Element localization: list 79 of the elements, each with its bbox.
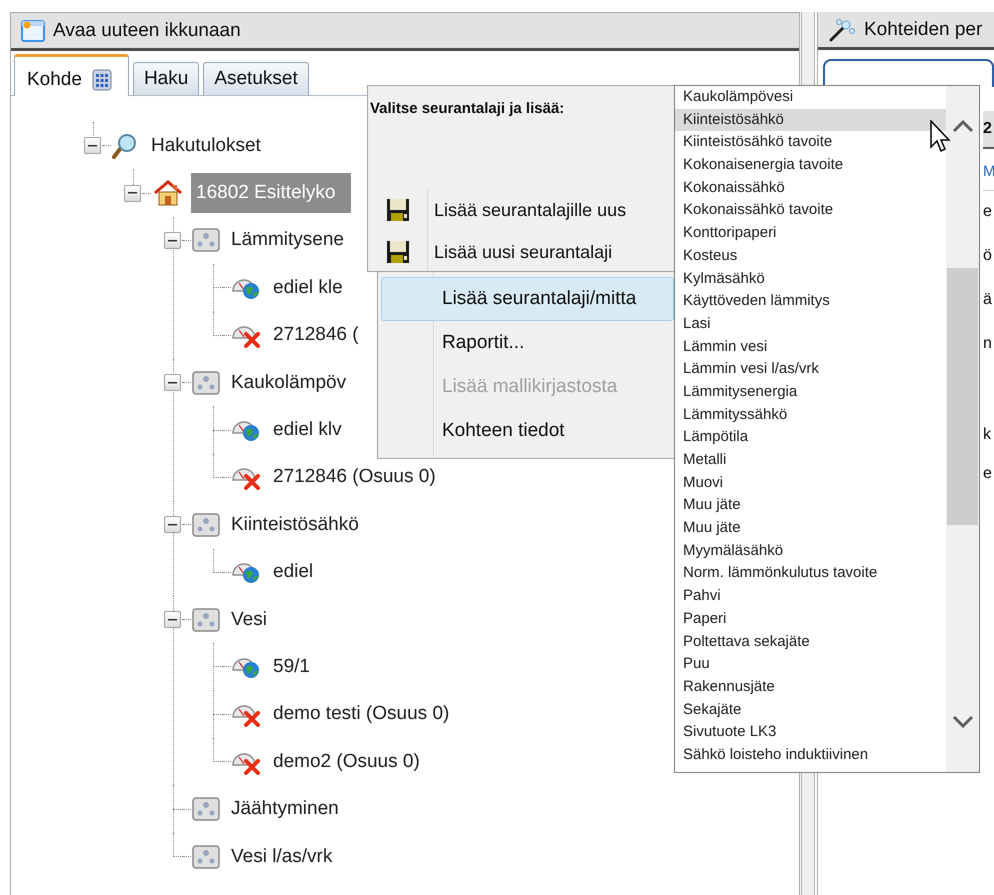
window-icon xyxy=(21,20,45,42)
list-item[interactable]: Metalli xyxy=(675,449,946,472)
panel-title: Avaa uuteen ikkunaan xyxy=(53,20,241,42)
text-fragment: k xyxy=(983,425,992,445)
tree-item[interactable]: 2712846 (Osuus 0) xyxy=(269,463,440,492)
tree-item[interactable]: Hakutulokset xyxy=(147,132,265,160)
tree-item[interactable]: 2712846 ( xyxy=(269,321,363,350)
list-item[interactable]: Kokonaissähkö xyxy=(675,176,946,200)
tree-item[interactable]: demo testi (Osuus 0) xyxy=(269,700,454,728)
chevron-up-icon[interactable] xyxy=(950,118,974,134)
list-item[interactable]: Lämmitysenergia xyxy=(675,380,946,404)
panel-title: Kohteiden per xyxy=(864,18,982,40)
collapse-toggle[interactable] xyxy=(164,374,181,392)
collapse-toggle[interactable] xyxy=(84,137,101,154)
list-item[interactable]: Myymäläsähkö xyxy=(675,540,946,562)
bar-text: 2 xyxy=(983,120,992,138)
list-item[interactable]: Puu xyxy=(675,653,946,676)
menu-item-label: Lisää uusi seurantalaji xyxy=(433,242,612,262)
database-icon xyxy=(90,68,114,92)
list-item[interactable]: Kokonaisenergia tavoite xyxy=(675,154,946,177)
house-icon xyxy=(151,179,185,208)
tab[interactable]: Haku xyxy=(132,62,200,95)
collapse-toggle[interactable] xyxy=(164,611,181,628)
collapse-toggle[interactable] xyxy=(124,184,141,202)
list-item[interactable]: Kokonaissähkö tavoite xyxy=(675,199,946,222)
text-fragment: ö xyxy=(983,246,993,266)
collapse-toggle[interactable] xyxy=(164,232,181,249)
list-item[interactable]: Lämmityssähkö xyxy=(675,404,946,426)
text-fragment: e xyxy=(983,202,993,222)
menu-heading: Valitse seurantalaji ja lisää: xyxy=(369,99,566,117)
list-item[interactable]: Lämpötila xyxy=(675,426,946,449)
list-item[interactable]: Kiinteistösähkö xyxy=(675,108,946,132)
list-item[interactable]: Lasi xyxy=(675,312,946,336)
list-item[interactable]: Rakennusjäte xyxy=(675,676,946,699)
collapse-toggle[interactable] xyxy=(164,516,181,534)
list-item[interactable]: Poltettava sekajäte xyxy=(675,630,946,654)
tree-item[interactable]: Vesi l/as/vrk xyxy=(227,842,336,871)
text-fragment: ä xyxy=(983,290,993,310)
tree-item[interactable]: Vesi xyxy=(227,606,271,634)
list-item[interactable]: Kylmäsähkö xyxy=(675,268,946,290)
tree-item[interactable]: Lämmitysene xyxy=(227,226,348,254)
text-fragment: n xyxy=(983,334,993,354)
scrollbar-thumb[interactable] xyxy=(947,268,978,525)
menu-item[interactable]: Lisää seurantalajille uus xyxy=(368,189,674,231)
text-fragment: e xyxy=(983,464,993,484)
tree-item[interactable]: ediel klv xyxy=(269,416,346,444)
tab[interactable]: Kohde xyxy=(14,54,129,96)
list-item[interactable]: Sivutuote LK3 xyxy=(675,721,946,744)
menu-item-label: Lisää seurantalajille uus xyxy=(433,200,626,220)
list-item[interactable]: Konttoripaperi xyxy=(675,222,946,245)
list-item[interactable]: Kosteus xyxy=(675,244,946,268)
link[interactable]: M xyxy=(983,163,994,191)
wand-icon xyxy=(828,16,856,42)
list-item[interactable]: Sähkö loisteho induktiivinen xyxy=(675,744,946,767)
list-item[interactable]: Muovi xyxy=(675,472,946,494)
tree-item[interactable]: ediel xyxy=(269,558,318,586)
list-item[interactable]: Muu jäte xyxy=(675,517,946,540)
cursor-icon xyxy=(930,120,952,154)
chevron-down-icon[interactable] xyxy=(950,714,974,730)
list-item[interactable]: Muu jäte xyxy=(675,494,946,518)
list-item[interactable]: Paperi xyxy=(675,608,946,630)
list-item[interactable]: Lämmin vesi xyxy=(675,336,946,358)
tree-item[interactable]: ediel kle xyxy=(269,274,347,302)
list-item[interactable]: Käyttöveden lämmitys xyxy=(675,290,946,313)
list-item[interactable]: Norm. lämmönkulutus tavoite xyxy=(675,562,946,586)
menu-item[interactable]: Raportit... xyxy=(381,321,674,365)
menu-item[interactable]: Kohteen tiedot xyxy=(381,409,674,453)
list-item[interactable]: Pahvi xyxy=(675,585,946,608)
tree-item[interactable]: Jäähtyminen xyxy=(227,795,343,824)
tab[interactable]: Asetukset xyxy=(203,62,309,95)
list-item[interactable]: Kaukolämpövesi xyxy=(675,86,946,109)
tree-item[interactable]: Kiinteistösähkö xyxy=(227,510,363,539)
tree-item[interactable]: Kaukolämpöv xyxy=(227,368,350,397)
menu-item[interactable]: Lisää seurantalaji/mitta xyxy=(381,277,674,321)
list-item[interactable]: Lämmin vesi l/as/vrk xyxy=(675,358,946,381)
list-item[interactable]: Sekajäte xyxy=(675,698,946,722)
scrollbar[interactable] xyxy=(946,86,979,772)
tree-item[interactable]: 59/1 xyxy=(269,652,314,681)
tree-item[interactable]: demo2 (Osuus 0) xyxy=(269,748,424,776)
